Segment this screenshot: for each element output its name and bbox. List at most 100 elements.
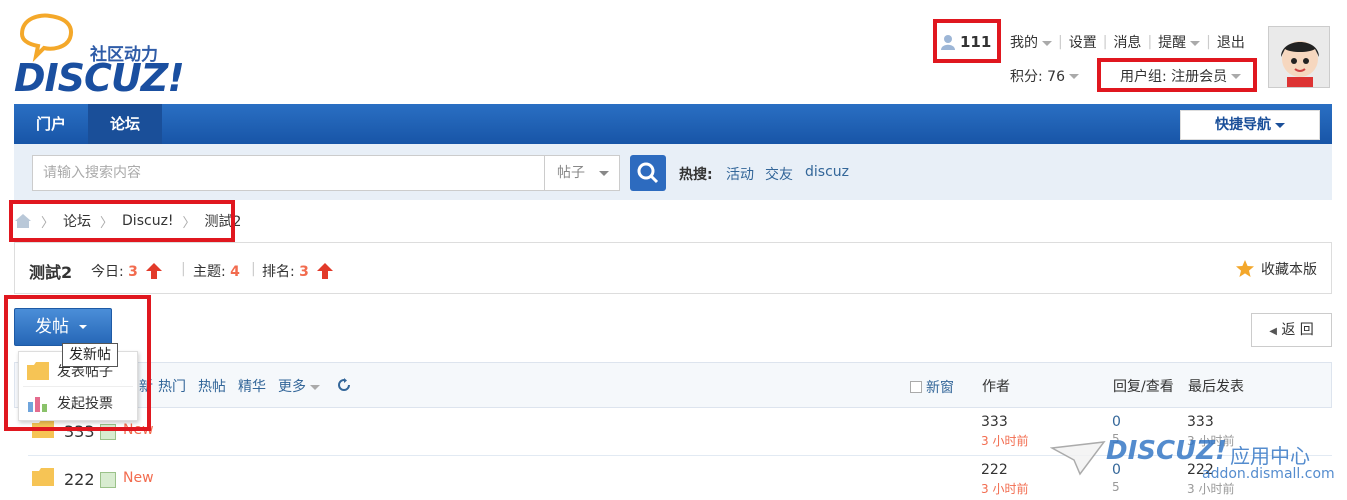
breadcrumb-forum[interactable]: 论坛 xyxy=(63,211,91,231)
avatar[interactable] xyxy=(1268,26,1330,88)
breadcrumb-separator: 〉 xyxy=(41,215,55,231)
breadcrumb-current[interactable]: 测試2 xyxy=(205,211,242,231)
stat-rank-label: 排名: xyxy=(262,264,295,280)
user-group[interactable]: 用户组: 注册会员 xyxy=(1120,64,1242,88)
column-author: 作者 xyxy=(982,379,1010,395)
username-link[interactable]: 111 xyxy=(960,33,991,51)
divider: | xyxy=(1206,34,1211,50)
search-type-label: 帖子 xyxy=(557,165,585,181)
menu-new-poll[interactable]: 发起投票 xyxy=(27,390,113,416)
thread-author[interactable]: 333 xyxy=(981,414,1008,430)
thread-last-user[interactable]: 333 xyxy=(1187,414,1214,430)
stat-topics: 主题: 4 xyxy=(193,261,240,281)
breadcrumb-separator: 〉 xyxy=(182,215,196,231)
watermark: DISCUZ! 应用中心 addon.dismall.com xyxy=(1050,436,1340,500)
thread-list-header: 新 热门 热帖 精华 更多 新窗 作者 回复/查看 最后发表 xyxy=(14,362,1332,408)
chevron-down-icon xyxy=(1190,40,1201,46)
tab-portal[interactable]: 门户 xyxy=(14,104,88,144)
chevron-down-icon xyxy=(1231,73,1242,79)
tab-forum[interactable]: 论坛 xyxy=(88,104,162,144)
speech-bubble-icon xyxy=(19,13,73,62)
menu-settings[interactable]: 设置 xyxy=(1069,32,1097,52)
search-type-select[interactable]: 帖子 xyxy=(544,155,620,191)
divider: | xyxy=(1058,34,1063,50)
up-arrow-icon xyxy=(317,263,334,279)
chevron-down-icon xyxy=(1068,73,1079,79)
quick-nav-label: 快捷导航 xyxy=(1215,117,1271,133)
home-icon[interactable] xyxy=(14,213,32,229)
chevron-down-icon xyxy=(310,384,320,390)
tooltip: 发新帖 xyxy=(62,343,118,367)
stat-today: 今日: 3 xyxy=(91,261,163,281)
hot-keyword[interactable]: 交友 xyxy=(765,164,793,184)
stat-rank-value: 3 xyxy=(299,264,309,280)
credits-label: 积分: 76 xyxy=(1010,69,1065,85)
column-replies: 回复/查看 xyxy=(1113,379,1174,395)
new-tag: New xyxy=(123,470,154,486)
thread-subject[interactable]: 222 xyxy=(64,470,95,489)
watermark-word: DISCUZ! xyxy=(1106,436,1227,466)
favorite-label: 收藏本版 xyxy=(1261,262,1317,278)
breadcrumb-discuz[interactable]: Discuz! xyxy=(122,213,174,229)
filter-hot[interactable]: 热门 xyxy=(158,376,186,396)
filter-new[interactable]: 新 xyxy=(139,376,153,396)
divider: | xyxy=(1102,34,1108,50)
filter-more-label: 更多 xyxy=(278,379,306,395)
post-button[interactable]: 发帖 xyxy=(14,308,112,346)
divider xyxy=(23,386,133,387)
filter-digest[interactable]: 精华 xyxy=(238,376,266,396)
stat-today-label: 今日: xyxy=(91,264,124,280)
folder-icon xyxy=(32,420,54,438)
menu-reminders[interactable]: 提醒 xyxy=(1158,32,1201,52)
chevron-down-icon xyxy=(1275,122,1285,128)
logo-wordmark: DISCUZ! xyxy=(14,56,185,100)
stat-topics-label: 主题: xyxy=(193,264,226,280)
image-attachment-icon xyxy=(100,472,116,488)
image-attachment-icon xyxy=(100,424,116,440)
checkbox-box xyxy=(910,381,922,393)
menu-my-label: 我的 xyxy=(1010,35,1038,51)
menu-my[interactable]: 我的 xyxy=(1010,32,1052,52)
credits[interactable]: 积分: 76 xyxy=(1010,64,1079,88)
back-arrow-icon: ◀ xyxy=(1269,326,1277,337)
discuz-logo[interactable]: 社区动力 DISCUZ! xyxy=(14,12,204,100)
watermark-cn: 应用中心 xyxy=(1230,444,1310,468)
thread-author[interactable]: 222 xyxy=(981,462,1008,478)
hot-keyword[interactable]: 活动 xyxy=(726,164,754,184)
user-group-label: 用户组: 注册会员 xyxy=(1120,69,1228,85)
chevron-down-icon xyxy=(1042,40,1052,46)
thread-author-time: 3 小时前 xyxy=(981,482,1029,496)
filter-more[interactable]: 更多 xyxy=(278,376,320,396)
breadcrumb: 〉 论坛 〉 Discuz! 〉 测試2 xyxy=(14,210,241,232)
chevron-down-icon xyxy=(79,325,87,329)
star-icon xyxy=(1236,260,1254,277)
stat-today-value: 3 xyxy=(128,264,138,280)
menu-logout[interactable]: 退出 xyxy=(1217,32,1245,52)
favorite-forum-link[interactable]: 收藏本版 xyxy=(1235,259,1317,279)
search-bar: 请输入搜索内容 帖子 热搜: 活动 交友 discuz xyxy=(14,144,1332,200)
refresh-icon[interactable] xyxy=(337,378,351,392)
thread-author-time: 3 小时前 xyxy=(981,434,1029,448)
back-button[interactable]: ◀ 返 回 xyxy=(1251,313,1332,347)
menu-messages[interactable]: 消息 xyxy=(1113,32,1141,52)
quick-nav-button[interactable]: 快捷导航 xyxy=(1180,110,1320,140)
new-window-checkbox[interactable]: 新窗 xyxy=(910,377,954,397)
user-info[interactable]: 111 xyxy=(940,30,991,54)
filter-hot-posts[interactable]: 热帖 xyxy=(198,376,226,396)
breadcrumb-separator: 〉 xyxy=(100,215,114,231)
new-window-label: 新窗 xyxy=(926,380,954,396)
back-button-label: 返 回 xyxy=(1281,322,1314,338)
forum-header: 测試2 今日: 3 | 主题: 4 | 排名: 3 收藏本版 xyxy=(14,242,1332,294)
poll-chart-icon xyxy=(28,397,47,412)
search-button[interactable] xyxy=(630,155,666,191)
thread-subject[interactable]: 333 xyxy=(64,422,95,441)
forum-title: 测試2 xyxy=(29,263,73,282)
search-input[interactable]: 请输入搜索内容 xyxy=(32,155,544,191)
watermark-url: addon.dismall.com xyxy=(1202,466,1335,482)
folder-icon xyxy=(27,362,49,380)
up-arrow-icon xyxy=(146,263,163,279)
stat-rank: 排名: 3 xyxy=(262,261,334,281)
search-icon xyxy=(637,162,659,184)
hot-keyword[interactable]: discuz xyxy=(805,164,849,180)
thread-replies[interactable]: 0 xyxy=(1112,414,1121,430)
